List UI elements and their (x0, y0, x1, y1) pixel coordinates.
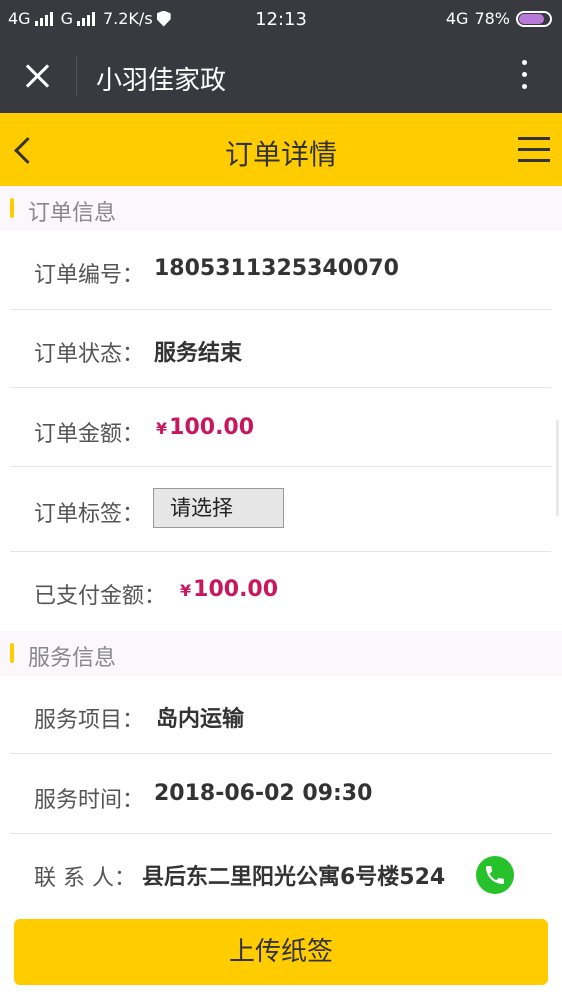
order-number-value: 1805311325340070 (154, 256, 399, 281)
battery-icon (516, 10, 552, 27)
order-amount-label: 订单金额： (34, 422, 145, 447)
amount-number: 100.00 (193, 577, 279, 602)
page-title: 订单详情 (224, 138, 337, 171)
scrollbar[interactable] (556, 420, 559, 516)
status-right: 4G 78% (446, 9, 552, 28)
more-options-icon[interactable] (520, 60, 528, 92)
battery-percent: 78% (474, 9, 510, 28)
service-item-value: 岛内运输 (156, 707, 245, 732)
contact-row: 联 系 人： 县后东二里阳光公寓6号楼524 (10, 834, 551, 904)
service-item-row: 服务项目： 岛内运输 (10, 676, 551, 754)
network-type-right: 4G (445, 9, 469, 28)
section-marker (10, 198, 14, 218)
currency-symbol: ¥ (156, 419, 168, 438)
service-time-row: 服务时间： 2018-06-02 09:30 (10, 754, 551, 834)
page-header: 订单详情 (0, 113, 562, 186)
order-amount-value: ¥100.00 (156, 415, 254, 440)
back-arrow-icon[interactable] (10, 135, 38, 165)
section-title: 服务信息 (28, 646, 117, 671)
section-marker (10, 643, 14, 663)
order-number-label: 订单编号： (34, 263, 145, 288)
status-bar: 4G G 7.2K/s 12:13 4G 78% (0, 0, 562, 38)
contact-value: 县后东二里阳光公寓6号楼524 (142, 865, 446, 890)
service-item-label: 服务项目： (34, 708, 145, 733)
contact-label: 联 系 人： (34, 866, 136, 891)
upload-signature-button[interactable]: 上传纸签 (14, 919, 548, 985)
order-tag-label: 订单标签： (34, 502, 145, 527)
wechat-title-bar: 小羽佳家政 (0, 38, 562, 113)
currency-symbol: ¥ (180, 581, 192, 600)
paid-amount-value: ¥100.00 (180, 577, 278, 602)
order-status-value: 服务结束 (154, 341, 243, 366)
order-tag-row: 订单标签： 请选择 (10, 467, 551, 552)
order-tag-select[interactable]: 请选择 (153, 488, 284, 528)
close-icon[interactable] (20, 59, 54, 93)
section-title: 订单信息 (28, 201, 117, 226)
order-amount-row: 订单金额： ¥100.00 (10, 388, 551, 467)
service-time-value: 2018-06-02 09:30 (154, 781, 373, 806)
divider (76, 56, 77, 96)
menu-icon[interactable] (518, 137, 550, 162)
order-status-label: 订单状态： (34, 342, 145, 367)
app-title: 小羽佳家政 (96, 66, 227, 96)
section-header-order: 订单信息 (0, 186, 562, 231)
paid-amount-label: 已支付金额： (34, 584, 167, 609)
section-header-service: 服务信息 (0, 631, 562, 676)
service-time-label: 服务时间： (34, 788, 145, 813)
phone-icon[interactable] (476, 856, 514, 894)
order-number-row: 订单编号： 1805311325340070 (10, 231, 551, 310)
order-status-row: 订单状态： 服务结束 (10, 310, 551, 388)
amount-number: 100.00 (169, 415, 255, 440)
paid-amount-row: 已支付金额： ¥100.00 (10, 552, 551, 624)
